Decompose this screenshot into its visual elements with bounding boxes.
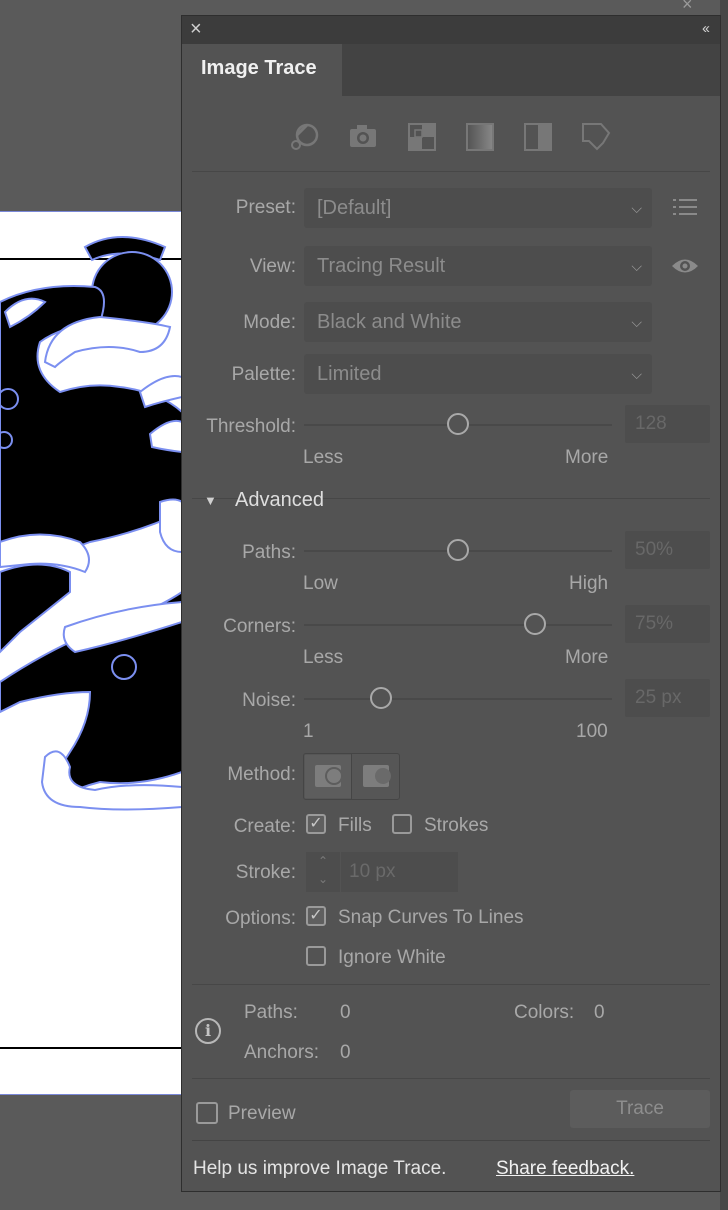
chevron-down-icon: ⌵ <box>631 200 642 216</box>
canvas-edge-strip <box>720 0 728 1210</box>
stats-colors-value: 0 <box>594 1002 605 1023</box>
tab-image-trace[interactable]: Image Trace <box>182 44 342 96</box>
image-trace-panel: × ‹‹ Image Trace Preset: [Default] ⌵ Vie… <box>181 15 721 1192</box>
advanced-section-label[interactable]: Advanced <box>235 489 324 512</box>
noise-label: Noise: <box>242 690 296 711</box>
chevron-down-icon: ⌵ <box>631 258 642 274</box>
mode-value: Black and White <box>317 311 462 333</box>
view-dropdown[interactable]: Tracing Result ⌵ <box>304 246 652 286</box>
palette-label: Palette: <box>231 364 296 385</box>
paths-value[interactable]: 50% <box>625 531 710 569</box>
ignore-white-label: Ignore White <box>338 947 446 968</box>
outline-icon[interactable] <box>579 119 613 153</box>
corners-slider-handle[interactable] <box>524 613 546 635</box>
paths-min-label: Low <box>303 573 338 594</box>
mode-label: Mode: <box>243 312 296 333</box>
divider <box>192 171 710 172</box>
stroke-value-field[interactable]: 10 px <box>341 852 458 892</box>
preset-value: [Default] <box>317 197 392 219</box>
method-toggle-group <box>303 753 400 800</box>
stroke-label: Stroke: <box>235 862 296 883</box>
noise-value[interactable]: 25 px <box>625 679 710 717</box>
artboard <box>0 212 182 1094</box>
fills-label: Fills <box>338 815 372 836</box>
strokes-label: Strokes <box>424 815 489 836</box>
overlapping-icon[interactable] <box>353 755 399 798</box>
preview-checkbox[interactable] <box>196 1102 218 1124</box>
stats-anchors-label: Anchors: <box>244 1042 319 1063</box>
close-icon[interactable]: × <box>190 18 202 41</box>
high-color-icon[interactable] <box>346 119 380 153</box>
ignore-white-checkbox[interactable] <box>306 946 326 966</box>
stroke-stepper[interactable]: ⌃ ⌄ <box>306 852 340 892</box>
noise-min-label: 1 <box>303 721 314 742</box>
divider <box>351 754 352 799</box>
create-label: Create: <box>233 816 296 837</box>
divider <box>192 1140 710 1141</box>
threshold-slider[interactable] <box>304 413 612 435</box>
noise-slider[interactable] <box>304 687 612 709</box>
corners-max-label: More <box>565 647 609 668</box>
auto-color-icon[interactable] <box>288 119 322 153</box>
threshold-max-label: More <box>565 447 609 468</box>
paths-slider-handle[interactable] <box>447 539 469 561</box>
eye-icon[interactable] <box>671 256 699 276</box>
threshold-value[interactable]: 128 <box>625 405 710 443</box>
view-label: View: <box>249 256 296 277</box>
preset-label: Preset: <box>235 197 296 218</box>
corners-slider[interactable] <box>304 613 612 635</box>
preset-dropdown[interactable]: [Default] ⌵ <box>304 188 652 228</box>
palette-value: Limited <box>317 363 382 385</box>
paths-max-label: High <box>569 573 609 594</box>
panel-title-bar: × ‹‹ <box>182 16 720 44</box>
preview-label: Preview <box>228 1103 296 1124</box>
preset-list-icon[interactable] <box>673 197 699 217</box>
stats-paths-value: 0 <box>340 1002 351 1023</box>
trace-button[interactable]: Trace <box>570 1090 710 1128</box>
paths-label: Paths: <box>242 542 296 563</box>
share-feedback-link[interactable]: Share feedback. <box>496 1158 634 1180</box>
help-text: Help us improve Image Trace. <box>193 1158 447 1179</box>
mode-dropdown[interactable]: Black and White ⌵ <box>304 302 652 342</box>
grayscale-icon[interactable] <box>463 119 497 153</box>
threshold-label: Threshold: <box>206 416 296 437</box>
traced-artwork <box>0 236 182 1049</box>
stats-paths-label: Paths: <box>244 1002 298 1023</box>
corners-label: Corners: <box>223 616 296 637</box>
panel-tab-bar: Image Trace <box>182 44 720 96</box>
snap-curves-label: Snap Curves To Lines <box>338 907 524 928</box>
divider <box>192 1078 710 1079</box>
stats-colors-label: Colors: <box>514 1002 575 1023</box>
chevron-down-icon: ⌵ <box>631 314 642 330</box>
advanced-disclosure-triangle[interactable]: ▼ <box>204 493 217 508</box>
stats-anchors-value: 0 <box>340 1042 351 1063</box>
fills-checkbox[interactable]: ✓ <box>306 814 326 834</box>
noise-slider-handle[interactable] <box>370 687 392 709</box>
snap-curves-checkbox[interactable]: ✓ <box>306 906 326 926</box>
options-label: Options: <box>225 908 296 929</box>
strokes-checkbox[interactable] <box>392 814 412 834</box>
view-value: Tracing Result <box>317 255 446 277</box>
black-and-white-icon[interactable] <box>521 119 555 153</box>
threshold-slider-handle[interactable] <box>447 413 469 435</box>
collapse-panel-icon[interactable]: ‹‹ <box>702 20 710 37</box>
paths-slider[interactable] <box>304 539 612 561</box>
palette-dropdown[interactable]: Limited ⌵ <box>304 354 652 394</box>
divider <box>192 984 710 985</box>
corners-min-label: Less <box>303 647 344 668</box>
chevron-down-icon: ⌵ <box>631 366 642 382</box>
abutting-icon[interactable] <box>305 755 351 798</box>
noise-max-label: 100 <box>576 721 608 742</box>
close-icon[interactable]: × <box>682 0 693 15</box>
threshold-min-label: Less <box>303 447 344 468</box>
method-label: Method: <box>227 764 296 785</box>
info-icon: i <box>195 1018 221 1044</box>
low-color-icon[interactable] <box>405 119 439 153</box>
corners-value[interactable]: 75% <box>625 605 710 643</box>
